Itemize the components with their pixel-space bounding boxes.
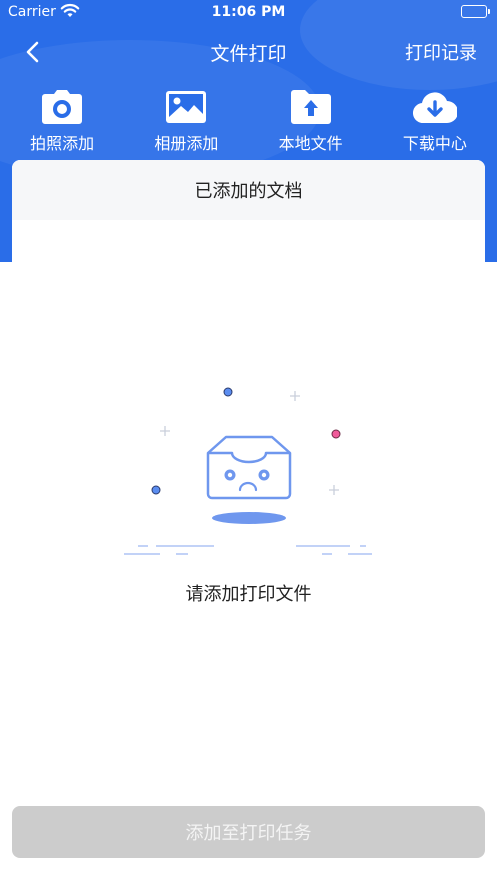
download-center-button[interactable]: 下载中心 <box>373 88 497 158</box>
empty-box-illustration <box>110 378 390 568</box>
empty-state-message: 请添加打印文件 <box>185 584 312 605</box>
action-label: 相册添加 <box>154 134 219 153</box>
clock: 11:06 PM <box>211 4 286 20</box>
battery-icon <box>461 5 490 18</box>
action-label: 本地文件 <box>278 134 343 153</box>
status-bar: Carrier 11:06 PM <box>0 0 497 26</box>
folder-upload-icon <box>289 88 333 126</box>
cloud-download-icon <box>412 88 457 126</box>
album-button[interactable]: 相册添加 <box>124 88 248 158</box>
image-icon <box>164 88 208 126</box>
card-title: 已添加的文档 <box>12 160 485 220</box>
action-label: 下载中心 <box>402 134 467 153</box>
take-photo-button[interactable]: 拍照添加 <box>0 88 124 158</box>
action-label: 拍照添加 <box>30 134 95 153</box>
navigation-bar: 文件打印 打印记录 <box>0 30 497 74</box>
print-record-link[interactable]: 打印记录 <box>405 39 477 65</box>
add-to-print-task-button[interactable]: 添加至打印任务 <box>12 806 485 858</box>
add-source-toolbar: 拍照添加 相册添加 本地文件 下载中心 <box>0 88 497 158</box>
local-file-button[interactable]: 本地文件 <box>249 88 373 158</box>
camera-icon <box>40 88 84 126</box>
